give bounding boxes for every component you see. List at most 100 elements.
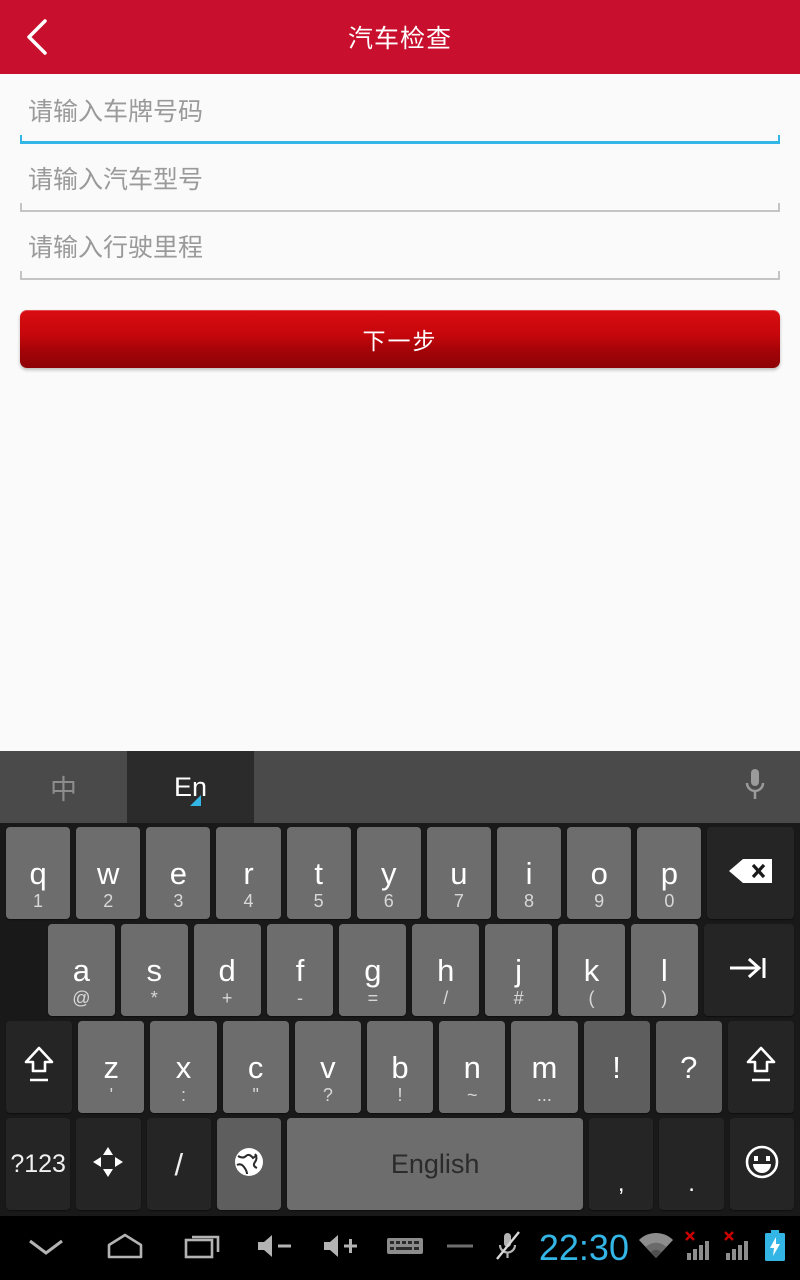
key-period[interactable]: . [659,1118,724,1210]
plate-number-input[interactable] [20,92,780,138]
key-i[interactable]: i 8 [496,827,562,919]
voice-input-button[interactable] [710,751,800,823]
key-sub: : [180,1085,186,1105]
key-emoji[interactable] [729,1118,795,1210]
keyboard-toolbar: 中 En [0,751,800,823]
key-u[interactable]: u 7 [426,827,491,919]
tab-english[interactable]: En [127,751,254,823]
tab-chinese-label: 中 [50,774,77,805]
key-sub: 0 [664,891,675,911]
field-plate-number[interactable] [20,92,780,144]
mileage-input[interactable] [20,228,780,274]
key-comma[interactable]: , [589,1118,654,1210]
key-main: d [218,952,236,988]
key-space[interactable]: English [287,1118,584,1210]
key-s[interactable]: s * [120,924,188,1016]
recents-icon [180,1231,228,1266]
key-sub: / [443,988,449,1008]
key-d[interactable]: d + [193,924,261,1016]
key-sub: 8 [524,891,535,911]
key-main: / [174,1146,184,1182]
key-sub: 5 [313,891,324,911]
keyboard-row-3: z ' x : c " v ? b ! n ~ m ... ! ? [0,1021,800,1113]
key-w[interactable]: w 2 [76,827,141,919]
key-e[interactable]: e 3 [146,827,211,919]
key-sub: 2 [103,891,114,911]
key-main: i [525,855,533,891]
form-area: 下一步 [0,74,800,751]
key-language-globe[interactable] [216,1118,282,1210]
key-r[interactable]: r 4 [216,827,281,919]
field-underline [20,203,780,212]
key-l[interactable]: l ) [630,924,698,1016]
key-sub: # [513,988,524,1008]
key-main: z [103,1049,120,1085]
key-sub: 9 [594,891,605,911]
key-main: ! [612,1049,621,1085]
field-car-model[interactable] [20,160,780,212]
key-main: q [29,855,47,891]
key-sub: ( [588,988,595,1008]
key-backspace[interactable] [707,827,794,919]
key-sub: 1 [33,891,44,911]
key-main: w [97,855,120,891]
dash-icon [443,1239,477,1258]
back-button[interactable] [0,0,74,74]
key-tab-enter[interactable] [703,924,794,1016]
system-navigation-bar: 22:30 [0,1216,800,1280]
key-y[interactable]: y 6 [356,827,421,919]
key-main: u [450,855,468,891]
key-k[interactable]: k ( [558,924,625,1016]
key-symbols[interactable]: ?123 [6,1118,71,1210]
tab-chinese[interactable]: 中 [0,751,127,823]
backspace-icon [727,856,775,891]
volume-up-button[interactable] [309,1231,375,1266]
soft-keyboard: 中 En q 1 w 2 e 3 r 4 t 5 y 6 u 7 i 8 o 9… [0,751,800,1216]
key-q[interactable]: q 1 [6,827,71,919]
key-shift-right[interactable] [727,1021,795,1113]
key-h[interactable]: h / [412,924,480,1016]
shift-icon [744,1043,778,1092]
key-c[interactable]: c " [222,1021,289,1113]
field-mileage[interactable] [20,228,780,280]
key-b[interactable]: b ! [366,1021,434,1113]
car-model-input[interactable] [20,160,780,206]
app-header: 汽车检查 [0,0,800,79]
key-j[interactable]: j # [485,924,553,1016]
key-a[interactable]: a @ [48,924,115,1016]
key-main: p [660,855,678,891]
home-button[interactable] [85,1231,164,1266]
volume-down-button[interactable] [243,1231,309,1266]
key-t[interactable]: t 5 [286,827,351,919]
key-g[interactable]: g = [339,924,407,1016]
key-v[interactable]: v ? [294,1021,361,1113]
page-title: 汽车检查 [347,25,452,53]
battery-charging-icon [762,1229,788,1268]
key-question[interactable]: ? [655,1021,722,1113]
key-sub: ... [536,1085,552,1105]
key-slash[interactable]: / [146,1118,211,1210]
volume-down-icon [253,1231,299,1266]
key-exclamation[interactable]: ! [583,1021,650,1113]
keyboard-indicator-icon[interactable] [375,1234,435,1263]
next-step-button[interactable]: 下一步 [20,310,780,368]
key-z[interactable]: z ' [78,1021,145,1113]
key-main: y [381,855,397,891]
key-shift-left[interactable] [6,1021,73,1113]
recent-apps-button[interactable] [164,1231,243,1266]
key-main: a [72,952,91,988]
key-o[interactable]: o 9 [567,827,632,919]
key-f[interactable]: f - [266,924,334,1016]
mute-mic-indicator [486,1230,531,1267]
key-sub: 6 [383,891,394,911]
wifi-icon [637,1231,675,1266]
key-arrow-pad[interactable] [76,1118,141,1210]
key-p[interactable]: p 0 [637,827,702,919]
key-x[interactable]: x : [150,1021,217,1113]
hide-keyboard-button[interactable] [6,1233,85,1264]
key-m[interactable]: m ... [511,1021,578,1113]
key-n[interactable]: n ~ [439,1021,506,1113]
field-underline-focused [20,135,780,144]
key-sub: + [221,988,233,1008]
